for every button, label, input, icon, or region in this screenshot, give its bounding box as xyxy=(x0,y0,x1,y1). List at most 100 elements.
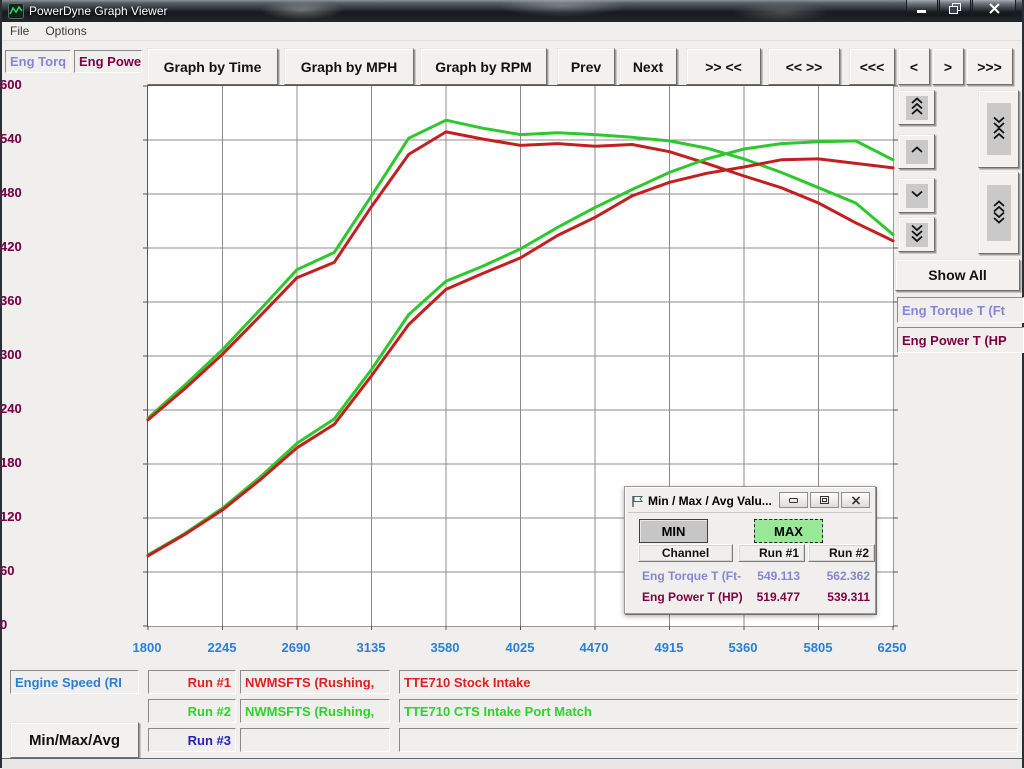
y-tick-power-180: 180 xyxy=(0,455,140,471)
x-tick-3580: 3580 xyxy=(431,640,460,655)
dialog-column-run2[interactable]: Run #2 xyxy=(808,544,875,562)
scroll-right-button[interactable]: > xyxy=(932,48,964,85)
zoom-out-y-button[interactable] xyxy=(978,172,1019,254)
x-tick-5360: 5360 xyxy=(729,640,758,655)
x-tick-6250: 6250 xyxy=(878,640,907,655)
x-tick-1800: 1800 xyxy=(133,640,162,655)
close-button[interactable] xyxy=(972,0,1016,17)
run1-desc-box[interactable]: TTE710 Stock Intake xyxy=(399,670,1018,694)
graph-by-time-label: Graph by Time xyxy=(164,59,262,75)
minimize-button[interactable] xyxy=(906,0,938,17)
zoom-in-x-label: >> << xyxy=(705,59,742,75)
dialog-restore-button[interactable] xyxy=(810,492,839,508)
x-tick-2690: 2690 xyxy=(282,640,311,655)
y-tick-power-0: 0 xyxy=(0,617,140,633)
pan-up-fast-button[interactable] xyxy=(898,90,935,125)
x-tick-4915: 4915 xyxy=(655,640,684,655)
dialog-row-torque-run1-value: 549.113 xyxy=(740,569,800,583)
show-all-button[interactable]: Show All xyxy=(895,259,1020,291)
dialog-column-channel[interactable]: Channel xyxy=(638,544,733,562)
channel-label-torque[interactable]: Eng Torque T (Ft xyxy=(897,297,1024,323)
minmax-dialog-title: Min / Max / Avg Valu... xyxy=(648,494,772,508)
channel-label-power[interactable]: Eng Power T (HP xyxy=(897,327,1024,353)
dialog-minimize-icon xyxy=(788,496,799,505)
dialog-flag-icon xyxy=(631,495,644,508)
prev-label: Prev xyxy=(571,59,601,75)
max-toggle-label: MAX xyxy=(774,524,803,539)
run2-desc-label: TTE710 CTS Intake Port Match xyxy=(404,704,592,719)
pan-down-fast-button[interactable] xyxy=(898,217,935,252)
chevron-icon xyxy=(991,200,1007,227)
chevron-icon xyxy=(909,224,925,246)
chevron-icon-pad xyxy=(906,184,928,208)
y-tick-power-120: 120 xyxy=(0,509,140,525)
restore-button[interactable] xyxy=(939,0,971,17)
scroll-left-button[interactable]: < xyxy=(898,48,930,85)
prev-button[interactable]: Prev xyxy=(557,48,615,85)
menu-file[interactable]: File xyxy=(2,24,37,38)
run1-file-label: NWMSFTS (Rushing, xyxy=(245,675,374,690)
y-tick-power-300: 300 xyxy=(0,347,140,363)
run1-desc-label: TTE710 Stock Intake xyxy=(404,675,530,690)
run2-desc-box[interactable]: TTE710 CTS Intake Port Match xyxy=(399,699,1018,723)
tab-eng-power-label: Eng Powe xyxy=(79,54,141,69)
y-tick-power-420: 420 xyxy=(0,239,140,255)
chevron-icon xyxy=(909,146,925,157)
dialog-row-power-channel: Eng Power T (HP) xyxy=(642,590,743,604)
run2-file-box[interactable]: NWMSFTS (Rushing, xyxy=(240,699,390,723)
dialog-close-button[interactable] xyxy=(841,492,870,508)
title-bar: PowerDyne Graph Viewer xyxy=(2,0,1022,22)
zoom-in-x-button[interactable]: >> << xyxy=(686,48,761,85)
restore-icon xyxy=(949,3,961,14)
run1-file-box[interactable]: NWMSFTS (Rushing, xyxy=(240,670,390,694)
dialog-row-power-run1-value: 519.477 xyxy=(740,590,800,604)
pan-up-button[interactable] xyxy=(898,134,935,169)
y-tick-power-240: 240 xyxy=(0,401,140,417)
menu-options[interactable]: Options xyxy=(37,24,94,38)
run3-desc-box[interactable] xyxy=(399,728,1018,752)
x-channel-label-box[interactable]: Engine Speed (RI xyxy=(10,670,139,694)
x-tick-2245: 2245 xyxy=(208,640,237,655)
run1-label: Run #1 xyxy=(188,675,231,690)
y-tick-power-480: 480 xyxy=(0,185,140,201)
minmaxavg-button[interactable]: Min/Max/Avg xyxy=(10,722,139,758)
dialog-column-channel-label: Channel xyxy=(662,546,709,560)
minmax-dialog-titlebar[interactable]: Min / Max / Avg Valu... xyxy=(628,490,872,513)
pan-down-button[interactable] xyxy=(898,178,935,213)
zoom-out-x-label: << >> xyxy=(786,59,823,75)
scroll-left-label: < xyxy=(910,59,918,75)
chevron-icon-pad xyxy=(987,185,1011,241)
tab-eng-torque[interactable]: Eng Torq xyxy=(5,50,71,73)
graph-by-mph-label: Graph by MPH xyxy=(301,59,397,75)
dialog-minimize-button[interactable] xyxy=(779,492,808,508)
min-toggle-button[interactable]: MIN xyxy=(639,519,708,543)
scroll-far-left-button[interactable]: <<< xyxy=(849,48,895,85)
graph-by-mph-button[interactable]: Graph by MPH xyxy=(284,48,414,85)
graph-by-time-button[interactable]: Graph by Time xyxy=(147,48,278,85)
run1-label-box[interactable]: Run #1 xyxy=(148,670,236,694)
dialog-column-run1-label: Run #1 xyxy=(759,546,799,560)
menu-bar: File Options xyxy=(2,22,1022,41)
status-bar xyxy=(2,758,1022,769)
scroll-right-label: > xyxy=(944,59,952,75)
zoom-out-x-button[interactable]: << >> xyxy=(768,48,840,85)
chevron-icon-pad xyxy=(906,140,928,164)
run3-file-box[interactable] xyxy=(240,728,390,752)
next-button[interactable]: Next xyxy=(619,48,677,85)
minimize-icon xyxy=(916,4,928,13)
dialog-column-run1[interactable]: Run #1 xyxy=(738,544,805,562)
run2-label-box[interactable]: Run #2 xyxy=(148,699,236,723)
graph-by-rpm-button[interactable]: Graph by RPM xyxy=(420,48,547,85)
max-toggle-button[interactable]: MAX xyxy=(754,519,823,543)
chevron-icon xyxy=(909,97,925,119)
tab-eng-power[interactable]: Eng Powe xyxy=(74,50,142,73)
run2-label: Run #2 xyxy=(188,704,231,719)
chevron-icon-pad xyxy=(906,96,928,120)
channel-label-power-text: Eng Power T (HP xyxy=(902,333,1007,348)
dialog-column-run2-label: Run #2 xyxy=(829,546,869,560)
zoom-in-y-button[interactable] xyxy=(978,90,1019,168)
dialog-restore-icon xyxy=(819,495,830,505)
run3-label-box[interactable]: Run #3 xyxy=(148,728,236,752)
scroll-far-right-button[interactable]: >>> xyxy=(966,48,1013,85)
minmaxavg-button-label: Min/Max/Avg xyxy=(29,732,120,749)
